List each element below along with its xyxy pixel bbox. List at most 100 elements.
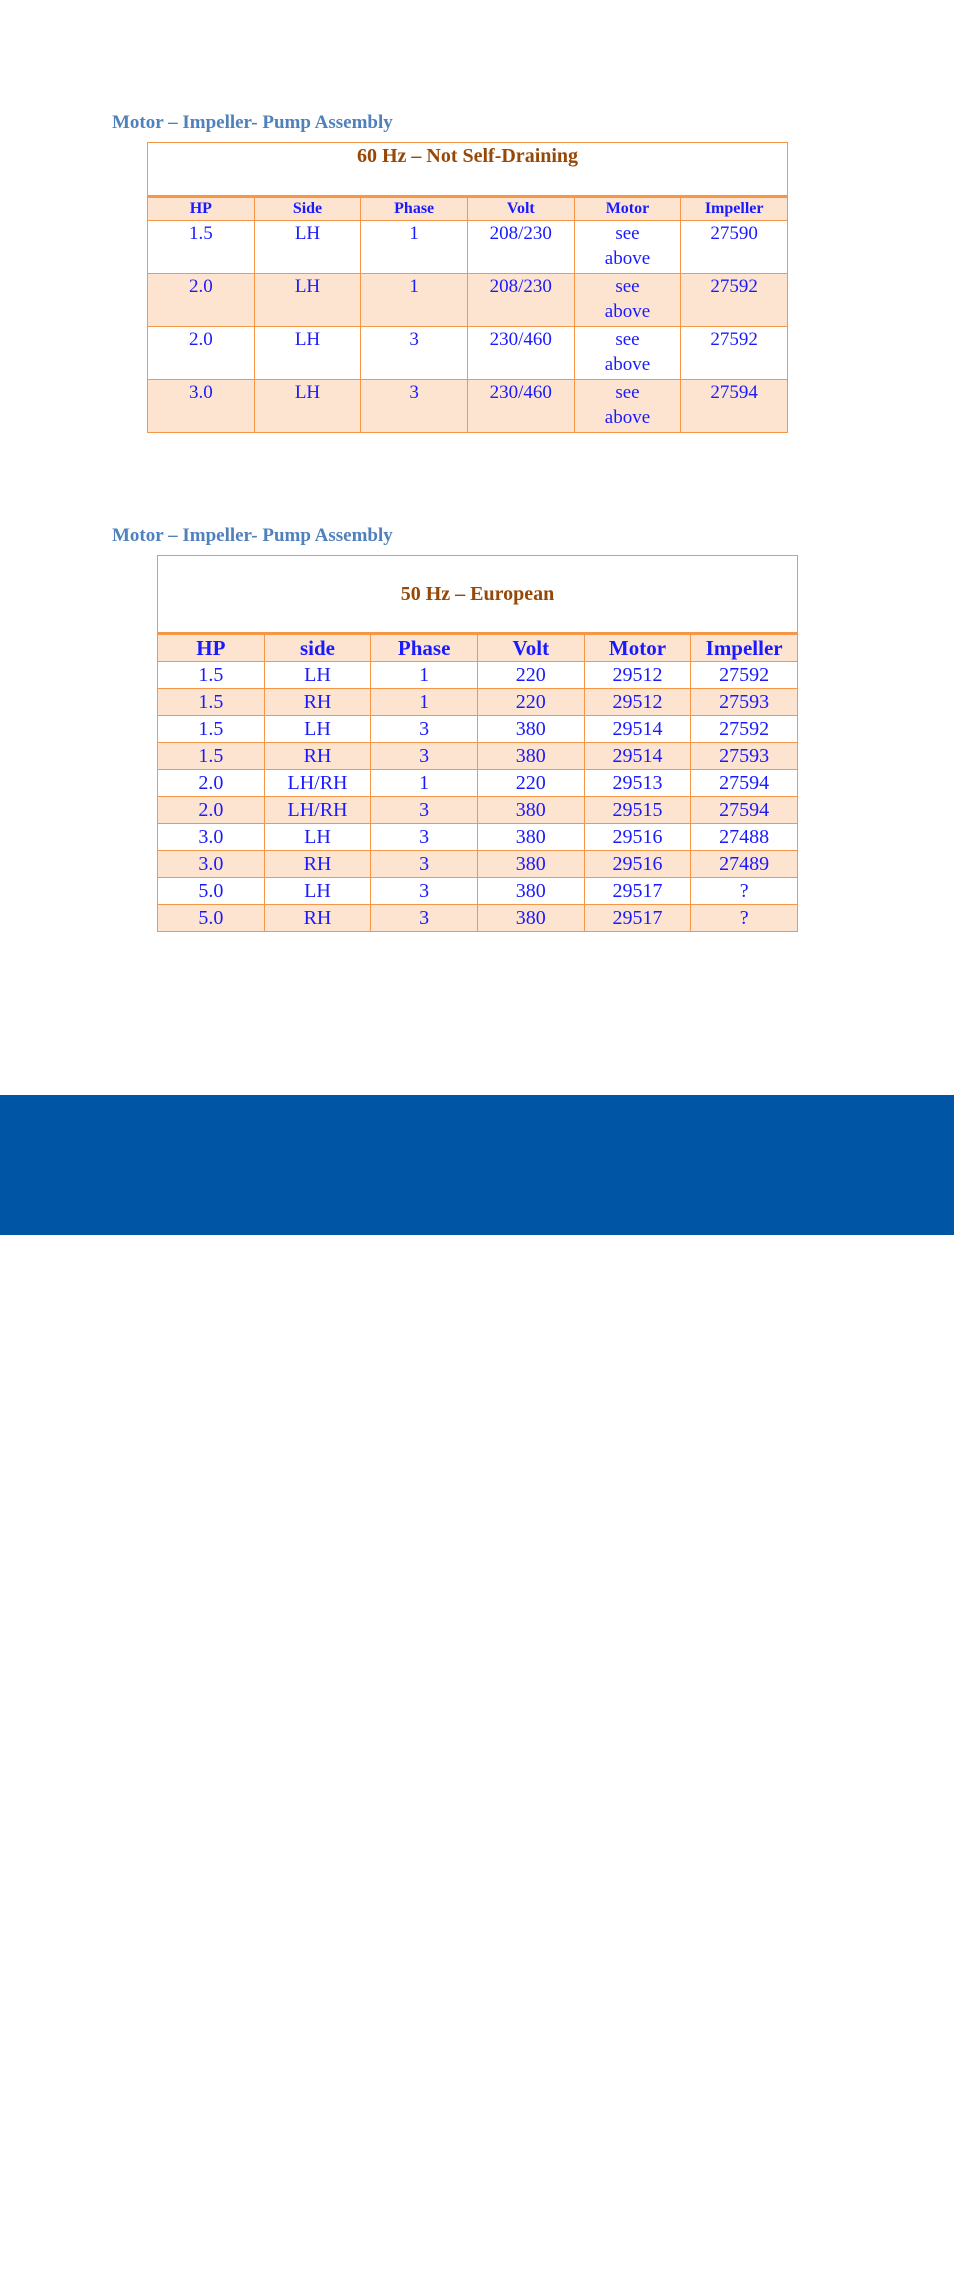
table-cell: 29517 (583, 904, 692, 932)
table-cell: 220 (476, 688, 585, 716)
table-cell: see above (573, 379, 682, 433)
table-cell: 1.5 (147, 220, 255, 274)
table-cell: 27594 (680, 379, 788, 433)
table-cell: 27592 (680, 326, 788, 380)
table-cell: 1 (370, 661, 478, 689)
table-cell: 27593 (690, 688, 798, 716)
table-cell: 27592 (680, 273, 788, 327)
table-row: 2.0 LH/RH 1 220 29513 27594 (157, 769, 798, 797)
column-header-phase: Phase (360, 196, 468, 221)
table-cell: 3 (360, 379, 468, 433)
table-title-60hz: 60 Hz – Not Self-Draining (147, 142, 788, 198)
table-cell: 27590 (680, 220, 788, 274)
table-cell: 1.5 (157, 715, 265, 743)
table-row: 3.0 LH 3 380 29516 27488 (157, 823, 798, 851)
table-cell: 1 (370, 769, 478, 797)
table-cell: 380 (476, 742, 585, 770)
table-cell: LH (263, 823, 372, 851)
table-row: 2.0 LH 3 230/460 see above 27592 (147, 326, 788, 380)
table-cell: 230/460 (466, 379, 575, 433)
table-cell: 29515 (583, 796, 692, 824)
table-title-50hz: 50 Hz – European (157, 555, 798, 635)
table-cell: 29516 (583, 823, 692, 851)
table-cell: 1 (370, 688, 478, 716)
table-cell: LH (253, 273, 362, 327)
table-cell: RH (263, 850, 372, 878)
table-cell: 29514 (583, 742, 692, 770)
table-cell: 230/460 (466, 326, 575, 380)
table-cell: LH/RH (263, 796, 372, 824)
table-cell: 3 (370, 823, 478, 851)
column-header-motor: Motor (583, 633, 692, 662)
table-cell: 27593 (690, 742, 798, 770)
table-cell: 27592 (690, 715, 798, 743)
page-number: 11 (818, 2223, 837, 2244)
table-cell: 29514 (583, 715, 692, 743)
table-cell: 29512 (583, 688, 692, 716)
table-cell: LH (253, 326, 362, 380)
table-cell: LH (263, 877, 372, 905)
power-soak-logo: Power Soak ® (244, 2235, 684, 2295)
table-cell: 380 (476, 904, 585, 932)
table-cell: 1.5 (157, 688, 265, 716)
table-cell: 380 (476, 850, 585, 878)
table-cell: 5.0 (157, 904, 265, 932)
table-cell: 29512 (583, 661, 692, 689)
table-row: 1.5 LH 1 208/230 see above 27590 (147, 220, 788, 274)
table-cell: ? (690, 904, 798, 932)
table-row: 5.0 LH 3 380 29517? (157, 877, 798, 905)
column-header-volt: Volt (466, 196, 575, 221)
table-cell: 27488 (690, 823, 798, 851)
table-cell: LH (263, 661, 372, 689)
table-cell: 27594 (690, 769, 798, 797)
column-header-side: Side (253, 196, 362, 221)
table-cell: LH (253, 379, 362, 433)
column-header-impeller: Impeller (680, 196, 788, 221)
table-60hz: 60 Hz – Not Self-Draining HP Side Phase Vol… (147, 142, 788, 433)
table-cell: see above (573, 220, 682, 274)
table-cell: 380 (476, 877, 585, 905)
table-cell: LH (253, 220, 362, 274)
table-cell: 27489 (690, 850, 798, 878)
table-cell: 3 (370, 715, 478, 743)
table-cell: 3.0 (157, 823, 265, 851)
table-cell: 220 (476, 769, 585, 797)
table-cell: 3 (370, 742, 478, 770)
table-cell: 27594 (690, 796, 798, 824)
table-cell: 380 (476, 823, 585, 851)
footer-bar: 11 Power Soak ® (0, 1095, 954, 2295)
column-header-motor: Motor (573, 196, 682, 221)
table-cell: 2.0 (147, 273, 255, 327)
table-cell: 5.0 (157, 877, 265, 905)
table-row: 2.0 LH/RH 3 380 29515 27594 (157, 796, 798, 824)
table-cell: 3 (370, 904, 478, 932)
table-cell: 3 (370, 877, 478, 905)
column-header-volt: Volt (476, 633, 585, 662)
table-row: 1.5 LH 1 220 29512 27592 (157, 661, 798, 689)
table-cell: 1 (360, 273, 468, 327)
table-cell: 2.0 (157, 769, 265, 797)
power-soak-wave-icon (574, 2240, 682, 2284)
section-title-50hz: Motor – Impeller- Pump Assembly (112, 525, 393, 546)
table-cell: see above (573, 326, 682, 380)
table-row: 3.0 LH 3 230/460 see above 27594 (147, 379, 788, 433)
table-cell: 29517 (583, 877, 692, 905)
table-cell: 2.0 (147, 326, 255, 380)
table-cell: 3.0 (147, 379, 255, 433)
table-cell: see above (573, 273, 682, 327)
table-cell: 3 (370, 796, 478, 824)
table-cell: 380 (476, 796, 585, 824)
table-cell: 1.5 (157, 661, 265, 689)
table-cell: LH/RH (263, 769, 372, 797)
logo-text: Power Soak (244, 2237, 542, 2291)
table-row: 1.5 RH 1 220 29512 27593 (157, 688, 798, 716)
column-header-hp: HP (147, 196, 255, 221)
table-cell: 3 (360, 326, 468, 380)
table-cell: RH (263, 742, 372, 770)
table-cell: 27592 (690, 661, 798, 689)
table-row: 5.0 RH 3 380 29517? (157, 904, 798, 932)
table-cell: 1 (360, 220, 468, 274)
registered-mark: ® (566, 2244, 575, 2258)
table-cell: 29513 (583, 769, 692, 797)
table-cell: 208/230 (466, 220, 575, 274)
